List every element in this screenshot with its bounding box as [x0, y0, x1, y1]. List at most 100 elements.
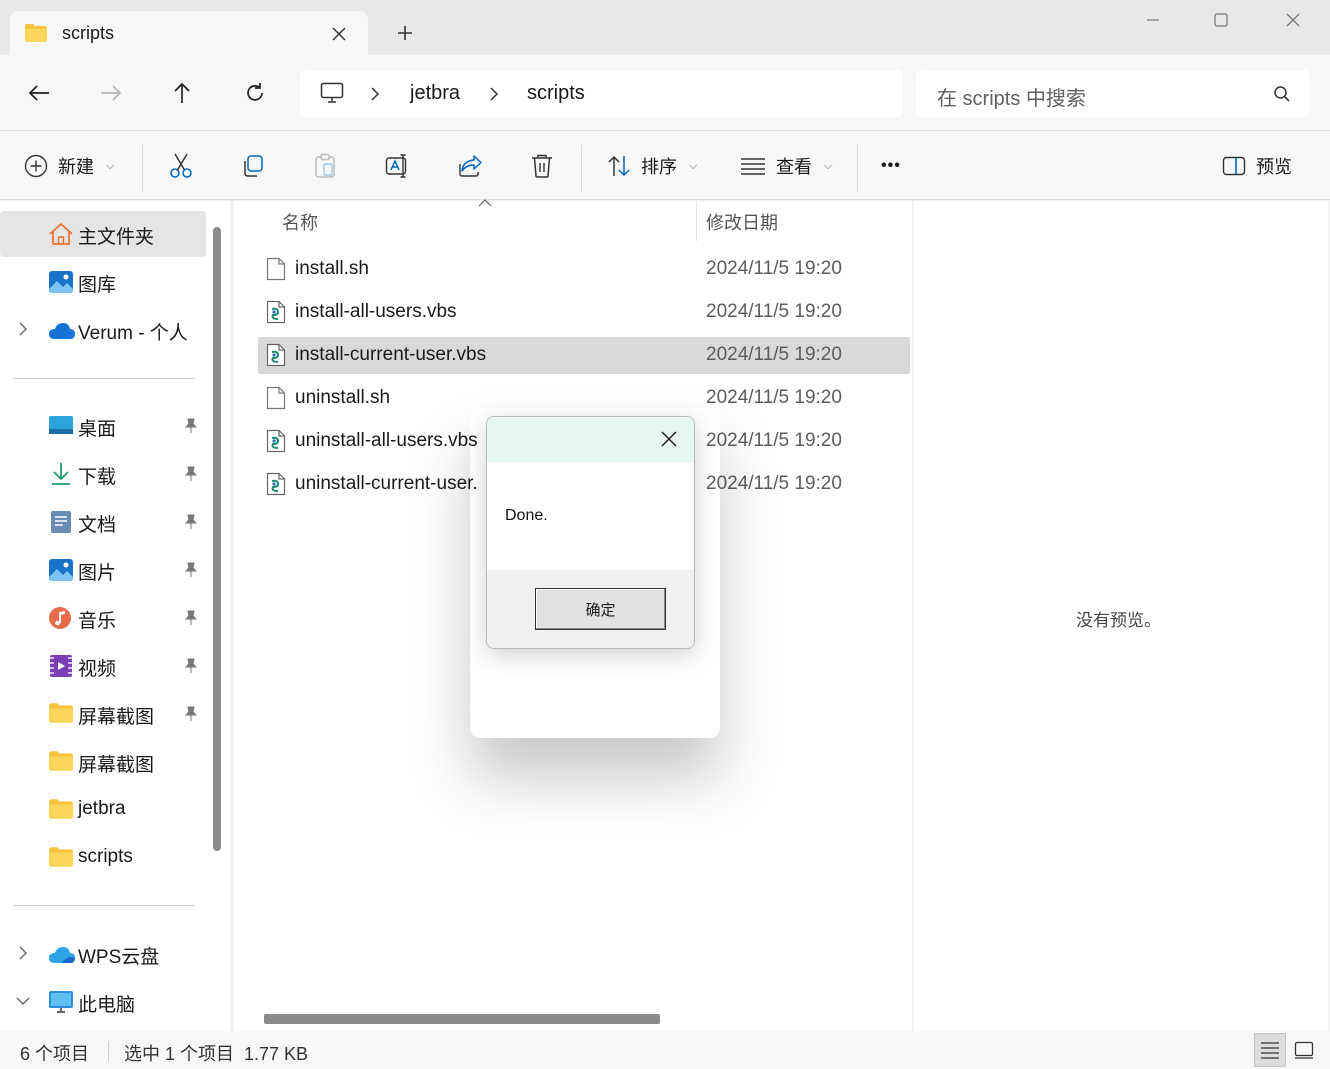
file-date: 2024/11/5 19:20: [706, 473, 842, 494]
sidebar-item-documents[interactable]: 文档: [0, 499, 206, 545]
new-label: 新建: [58, 157, 94, 177]
sidebar-item-folder[interactable]: jetbra: [0, 787, 206, 833]
maximize-icon[interactable]: [1186, 0, 1256, 40]
column-header-date[interactable]: 修改日期: [706, 209, 778, 235]
close-icon[interactable]: [326, 21, 352, 47]
sidebar-item-label: 桌面: [78, 419, 117, 440]
file-name: uninstall.sh: [295, 387, 391, 408]
new-button[interactable]: 新建 ⌵: [24, 145, 114, 187]
minimize-icon[interactable]: [1118, 0, 1188, 40]
sidebar-item-videos[interactable]: 视频: [0, 643, 206, 689]
pin-icon[interactable]: [184, 610, 198, 626]
file-date: 2024/11/5 19:20: [706, 387, 842, 408]
vbscript-file-icon: [266, 300, 286, 324]
more-button[interactable]: •••: [881, 145, 901, 187]
status-bar: 6 个项目 选中 1 个项目 1.77 KB: [0, 1031, 1330, 1069]
file-name: uninstall-all-users.vbs: [295, 430, 478, 451]
pin-icon[interactable]: [184, 658, 198, 674]
sidebar-item-gallery[interactable]: 图库: [0, 259, 206, 305]
navigation-pane: 主文件夹 图库 Verum - 个人 桌面 下载 文档 图片 音乐 视频 屏幕截…: [0, 201, 230, 1031]
breadcrumb-jetbra[interactable]: jetbra: [410, 82, 460, 105]
pin-icon[interactable]: [184, 562, 198, 578]
plus-circle-icon: [24, 154, 48, 178]
computer-icon: [320, 82, 344, 104]
back-arrow-icon[interactable]: [19, 73, 59, 113]
sidebar-item-label: 屏幕截图: [78, 707, 155, 728]
copy-button[interactable]: [241, 145, 265, 187]
forward-arrow-icon[interactable]: [91, 73, 131, 113]
cut-button[interactable]: [168, 145, 194, 187]
chevron-right-icon: [489, 87, 499, 101]
sidebar-item-onedrive[interactable]: Verum - 个人: [0, 307, 206, 353]
pin-icon[interactable]: [184, 466, 198, 482]
sidebar-item-folder[interactable]: scripts: [0, 835, 206, 881]
video-icon: [48, 654, 74, 678]
chevron-down-icon: ⌵: [689, 159, 698, 172]
sidebar-scrollbar[interactable]: [213, 227, 221, 851]
sidebar-item-wps[interactable]: WPS云盘: [0, 931, 206, 977]
sidebar-item-label: scripts: [78, 846, 133, 867]
details-view-icon[interactable]: [1254, 1033, 1286, 1067]
gallery-icon: [48, 270, 74, 294]
file-name: install.sh: [295, 258, 369, 279]
search-input[interactable]: 在 scripts 中搜索: [916, 70, 1310, 117]
table-row[interactable]: install-current-user.vbs 2024/11/5 19:20: [258, 337, 910, 374]
sidebar-item-folder[interactable]: 屏幕截图: [0, 739, 206, 785]
toolbar-divider: [142, 145, 143, 193]
folder-icon: [48, 798, 74, 822]
copy-icon: [241, 154, 265, 178]
computer-icon: [48, 990, 74, 1014]
delete-button[interactable]: [530, 145, 554, 187]
horizontal-scrollbar[interactable]: [264, 1014, 660, 1024]
sidebar-item-downloads[interactable]: 下载: [0, 451, 206, 497]
sort-icon: [607, 154, 631, 178]
address-bar[interactable]: jetbra scripts: [300, 70, 903, 117]
music-icon: [48, 606, 74, 630]
sidebar-item-pictures[interactable]: 图片: [0, 547, 206, 593]
cloud-icon: [48, 942, 75, 966]
table-row[interactable]: install.sh 2024/11/5 19:20: [258, 251, 910, 288]
file-date: 2024/11/5 19:20: [706, 301, 842, 322]
pin-icon[interactable]: [184, 514, 198, 530]
sidebar-item-label: 此电脑: [78, 995, 136, 1016]
chevron-right-icon: [370, 87, 380, 101]
chevron-down-icon: ⌵: [106, 159, 115, 172]
refresh-icon[interactable]: [235, 73, 275, 113]
sidebar-divider: [13, 905, 195, 906]
sort-button[interactable]: 排序 ⌵: [607, 145, 697, 187]
sidebar-item-this-pc[interactable]: 此电脑: [0, 979, 206, 1025]
no-preview-text: 没有预览。: [1076, 611, 1161, 630]
dialog-title-bar[interactable]: [487, 417, 694, 462]
up-arrow-icon[interactable]: [162, 73, 202, 113]
share-button[interactable]: [457, 145, 483, 187]
tiles-view-icon[interactable]: [1288, 1033, 1320, 1067]
column-header-name[interactable]: 名称: [282, 209, 318, 235]
message-box: Done. 确定: [486, 416, 695, 649]
sidebar-item-home[interactable]: 主文件夹: [0, 211, 206, 257]
file-name: install-all-users.vbs: [295, 301, 457, 322]
trash-icon: [530, 153, 554, 179]
ok-button[interactable]: 确定: [535, 588, 666, 630]
column-divider[interactable]: [696, 201, 697, 241]
view-button[interactable]: 查看 ⌵: [740, 145, 832, 187]
sidebar-item-desktop[interactable]: 桌面: [0, 403, 206, 449]
plus-icon[interactable]: [392, 20, 418, 46]
sidebar-item-music[interactable]: 音乐: [0, 595, 206, 641]
pin-icon[interactable]: [184, 418, 198, 434]
preview-pane-button[interactable]: 预览: [1222, 145, 1292, 187]
desktop-icon: [48, 414, 74, 438]
share-icon: [457, 154, 483, 178]
pin-icon[interactable]: [184, 706, 198, 722]
file-name: uninstall-current-user.: [295, 473, 478, 494]
preview-pane-icon: [1222, 156, 1246, 176]
close-icon[interactable]: [655, 425, 683, 453]
tab-scripts[interactable]: scripts: [10, 11, 368, 57]
folder-icon: [48, 702, 74, 726]
paste-button[interactable]: [313, 145, 337, 187]
breadcrumb-scripts[interactable]: scripts: [527, 82, 585, 105]
rename-button[interactable]: [385, 145, 411, 187]
close-icon[interactable]: [1258, 0, 1328, 40]
document-icon: [48, 510, 74, 534]
sidebar-item-screenshots[interactable]: 屏幕截图: [0, 691, 206, 737]
table-row[interactable]: install-all-users.vbs 2024/11/5 19:20: [258, 294, 910, 331]
